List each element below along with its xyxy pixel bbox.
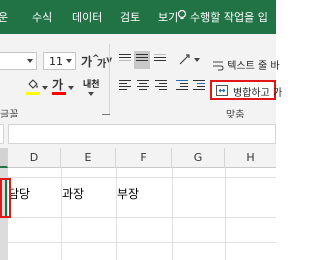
grid-line (0, 217, 276, 218)
wrap-text-icon (213, 61, 224, 71)
lightbulb-icon[interactable] (176, 9, 188, 21)
grid-line (61, 168, 62, 260)
grid-line (116, 168, 117, 260)
formula-input[interactable] (8, 124, 276, 144)
cell-e-text: 과장 (62, 187, 85, 201)
worksheet-grid[interactable]: 담당 과장 부장 (0, 168, 276, 260)
align-left-icon[interactable] (119, 80, 131, 92)
tab-layout-partial[interactable]: 운 (0, 9, 8, 25)
align-middle-icon[interactable] (134, 51, 150, 69)
align-center-icon[interactable] (137, 80, 149, 92)
chevron-down-icon[interactable] (88, 92, 94, 96)
grid-line (225, 168, 226, 260)
align-right-icon[interactable] (155, 80, 167, 92)
ribbon-tab-bar: 운 수식 데이터 검토 보기 수행할 작업을 입 (0, 0, 276, 34)
phonetic-glyph: 내천 (83, 80, 100, 90)
chevron-down-icon (66, 59, 72, 63)
grid-line (0, 177, 276, 178)
group-separator (109, 44, 110, 114)
highlighted-merged-cell[interactable] (0, 178, 11, 218)
tab-data[interactable]: 데이터 (72, 9, 102, 25)
decrease-indent-icon[interactable] (176, 80, 188, 92)
tab-formulas[interactable]: 수식 (32, 9, 52, 25)
font-color-glyph: 가 (52, 78, 64, 92)
grid-line (0, 242, 276, 243)
chevron-down-icon[interactable] (68, 86, 74, 90)
formula-bar (0, 118, 276, 148)
align-bottom-icon[interactable] (154, 54, 166, 63)
chevron-down-icon[interactable] (194, 58, 200, 62)
orientation-icon[interactable] (178, 52, 192, 66)
phonetic-guide-button[interactable]: 내천 (83, 77, 100, 90)
column-header-c[interactable] (0, 148, 8, 168)
tell-me-box[interactable]: 수행할 작업을 입 (190, 9, 268, 25)
increase-font-label: 가 (81, 55, 93, 69)
wrap-text-label: 텍스트 줄 바 (227, 61, 280, 72)
increase-indent-icon[interactable] (193, 80, 205, 92)
tab-review[interactable]: 검토 (120, 9, 140, 25)
font-name-dropdown[interactable] (0, 52, 37, 70)
decrease-font-label: 가 (97, 59, 107, 70)
column-header-d[interactable]: D (8, 148, 61, 168)
font-size-value: 11 (49, 55, 63, 68)
font-size-dropdown[interactable]: 11 (43, 52, 76, 70)
column-header-e[interactable]: E (61, 148, 116, 168)
merge-center-button[interactable]: 병합하고 가 (210, 80, 282, 100)
name-box[interactable] (0, 124, 4, 144)
column-header-h[interactable]: H (225, 148, 276, 168)
column-header-g[interactable]: G (172, 148, 225, 168)
chevron-down-icon[interactable] (42, 86, 48, 90)
paint-bucket-icon (28, 79, 38, 89)
merge-center-label: 병합하고 가 (233, 88, 283, 99)
ribbon-home: 11 가^ 가v 가 내천 글꼴 (0, 34, 282, 121)
column-header-row: D E F G H (0, 148, 276, 168)
chevron-down-icon (27, 59, 33, 63)
wrap-text-button[interactable]: 텍스트 줄 바 (212, 57, 280, 72)
cell-c-text: 담당 (8, 187, 31, 201)
grid-line (172, 168, 173, 260)
cell-f-text: 부장 (117, 187, 140, 201)
merge-cells-icon (216, 85, 228, 96)
align-top-icon[interactable] (119, 54, 131, 63)
column-header-f[interactable]: F (116, 148, 172, 168)
